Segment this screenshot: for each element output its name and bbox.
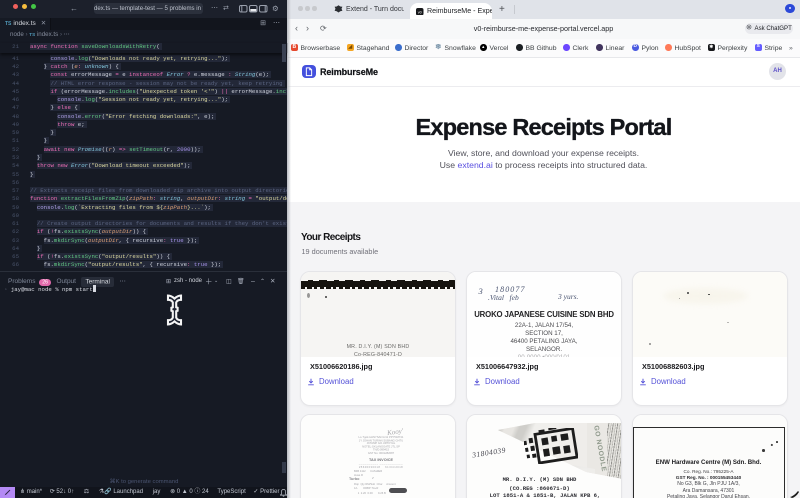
svg-text:v0: v0 [418,10,422,14]
